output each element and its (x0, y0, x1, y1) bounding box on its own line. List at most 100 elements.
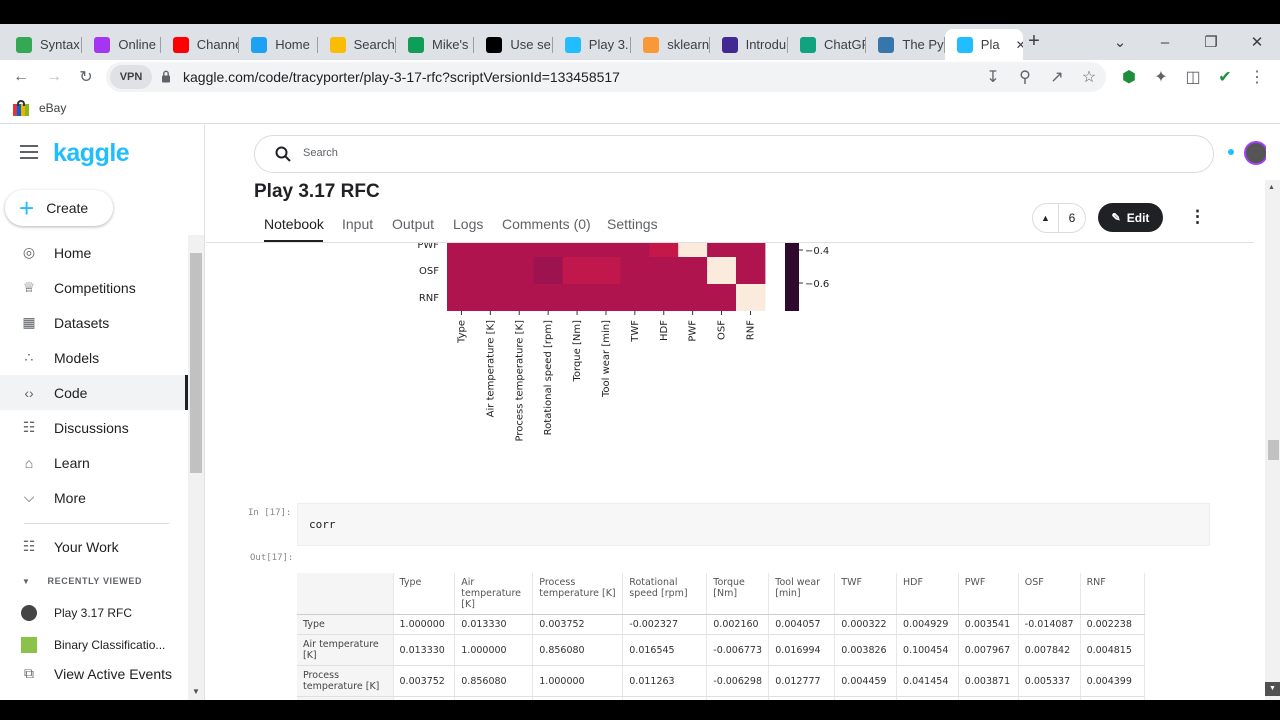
browser-tab[interactable]: Online (82, 29, 161, 60)
out-prompt: Out[17]: (250, 553, 294, 563)
new-tab-icon[interactable]: + (1022, 29, 1046, 53)
search-input[interactable]: Search (254, 135, 1214, 173)
tab-notebook[interactable]: Notebook (264, 216, 324, 232)
heatmap-cell (591, 257, 621, 284)
code-cell[interactable]: corr (297, 503, 1210, 546)
shopping-bag-icon (12, 100, 30, 116)
browser-tab[interactable]: Channe (161, 29, 240, 60)
minimize-icon[interactable]: – (1142, 24, 1188, 60)
edit-button[interactable]: ✎ Edit (1098, 203, 1163, 232)
table-cell: 0.005337 (1018, 665, 1081, 697)
recently-viewed-label: RECENTLY VIEWED (47, 576, 143, 586)
table-header-row: Type Air temperature [K] Process temperatu… (297, 573, 1145, 615)
tab-comments[interactable]: Comments (0) (502, 216, 591, 232)
close-window-icon[interactable]: ✕ (1234, 24, 1280, 60)
school-icon: ⌂ (24, 454, 34, 471)
sidebar-item-datasets[interactable]: ▦ Datasets (0, 305, 188, 340)
column-header: Process temperature [K] (532, 573, 624, 615)
browser-tab[interactable]: Play 3. (553, 29, 632, 60)
back-icon[interactable]: ← (10, 66, 32, 88)
share-icon[interactable]: ↗ (1046, 66, 1068, 88)
forward-icon[interactable]: → (43, 66, 65, 88)
table-cell: 0.041454 (896, 665, 959, 697)
heatmap-col-label: PWF (688, 320, 699, 342)
sidebar-item-competitions[interactable]: ♕ Competitions (0, 270, 188, 305)
browser-tab[interactable]: The Py (866, 29, 945, 60)
scroll-down-button-icon[interactable]: ▼ (1265, 682, 1280, 696)
kaggle-sidebar: kaggle + Create ◎ Home ♕ Competitions ▦ Datas… (0, 125, 205, 700)
shield-check-icon[interactable]: ✔ (1214, 66, 1236, 88)
browser-tab[interactable]: sklearn (631, 29, 710, 60)
vpn-badge[interactable]: VPN (110, 65, 152, 89)
zoom-icon[interactable]: ⚲ (1014, 66, 1036, 88)
table-cell: 0.000322 (834, 614, 898, 635)
sidebar-scroll-thumb[interactable] (190, 253, 202, 473)
table-cell: 0.013330 (393, 634, 456, 666)
sidebar-item-discussions[interactable]: ☷ Discussions (0, 410, 188, 445)
tab-settings[interactable]: Settings (607, 216, 658, 232)
vpn-extension-icon[interactable]: ⬢ (1118, 66, 1140, 88)
tab-output[interactable]: Output (392, 216, 434, 232)
sidebar-item-label: More (54, 489, 86, 506)
heatmap-cell (678, 284, 708, 311)
hamburger-menu-icon[interactable] (20, 145, 38, 159)
lock-icon[interactable] (161, 70, 171, 83)
side-panel-icon[interactable]: ◫ (1182, 66, 1204, 88)
scroll-up-arrow-icon[interactable]: ▲ (1268, 184, 1275, 191)
table-cell: 0.004929 (896, 614, 959, 635)
browser-tab[interactable]: Mike's (396, 29, 475, 60)
reload-icon[interactable]: ↻ (75, 66, 97, 88)
chevron-down-icon: ⌵ (23, 489, 35, 505)
column-header: Rotational speed [rpm] (622, 573, 708, 615)
view-active-events[interactable]: ⧉ View Active Events (0, 656, 188, 691)
sidebar-item-learn[interactable]: ⌂ Learn (0, 445, 188, 480)
browser-tab[interactable]: Syntax (4, 29, 83, 60)
extensions-puzzle-icon[interactable]: ✦ (1150, 66, 1172, 88)
browser-menu-icon[interactable]: ⋮ (1246, 66, 1268, 88)
plus-icon: + (19, 193, 35, 223)
browser-tab[interactable]: Search (318, 29, 396, 60)
heatmap-cell (504, 284, 535, 311)
install-app-icon[interactable]: ↧ (982, 66, 1004, 88)
bookmark-star-icon[interactable]: ☆ (1078, 66, 1100, 88)
sidebar-item-code[interactable]: ‹› Code (0, 375, 188, 410)
sidebar-item-more[interactable]: ⌵ More (0, 480, 188, 515)
sidebar-item-home[interactable]: ◎ Home (0, 235, 188, 270)
sidebar-scrollbar[interactable]: ▼ (188, 235, 204, 700)
sidebar-item-your-work[interactable]: ☷ Your Work (0, 529, 188, 564)
create-button[interactable]: + Create (5, 190, 113, 226)
table-cell: -0.002327 (622, 614, 708, 635)
bookmark-ebay[interactable]: eBay (12, 100, 66, 116)
heatmap-col-label: RNF (745, 320, 756, 340)
tab-logs[interactable]: Logs (453, 216, 483, 232)
tab-label: Play 3. (588, 37, 629, 52)
page-scrollbar[interactable]: ▲ ▼ (1265, 180, 1280, 700)
scroll-down-arrow-icon[interactable]: ▼ (192, 687, 200, 696)
page-scroll-thumb[interactable] (1268, 440, 1279, 460)
heatmap-col-label: Tool wear [min] (601, 320, 612, 398)
code-text: corr (309, 518, 336, 531)
restore-icon[interactable]: ❐ (1188, 24, 1234, 60)
user-avatar[interactable] (1244, 141, 1266, 165)
tab-label: Use se (510, 37, 551, 52)
browser-tab[interactable]: Introdu (710, 29, 788, 60)
browser-tab[interactable]: Home (239, 29, 318, 60)
more-options-icon[interactable]: ⋮ (1189, 207, 1206, 227)
table-cell: 1.000000 (532, 665, 624, 697)
browser-tab[interactable]: ChatGP (788, 29, 867, 60)
recently-viewed-header[interactable]: ▼ RECENTLY VIEWED (22, 576, 142, 586)
heatmap-cell (475, 257, 506, 284)
tab-input[interactable]: Input (342, 216, 373, 232)
vote-button[interactable]: ▲ 6 (1032, 203, 1086, 233)
heatmap-cell (649, 257, 679, 284)
address-bar[interactable]: VPN kaggle.com/code/tracyporter/play-3-1… (106, 62, 1106, 92)
browser-tab[interactable]: Use se (474, 29, 553, 60)
table-cell: 0.002238 (1080, 614, 1145, 635)
tab-search-icon[interactable]: ⌄ (1097, 24, 1143, 60)
browser-tab[interactable]: Pla ✕ (944, 29, 1024, 60)
kaggle-logo[interactable]: kaggle (53, 139, 130, 168)
pencil-icon: ✎ (1111, 212, 1121, 224)
sidebar-item-models[interactable]: ∴ Models (0, 340, 188, 375)
compass-icon: ◎ (22, 244, 36, 260)
recent-item-play[interactable]: Play 3.17 RFC (0, 595, 188, 630)
